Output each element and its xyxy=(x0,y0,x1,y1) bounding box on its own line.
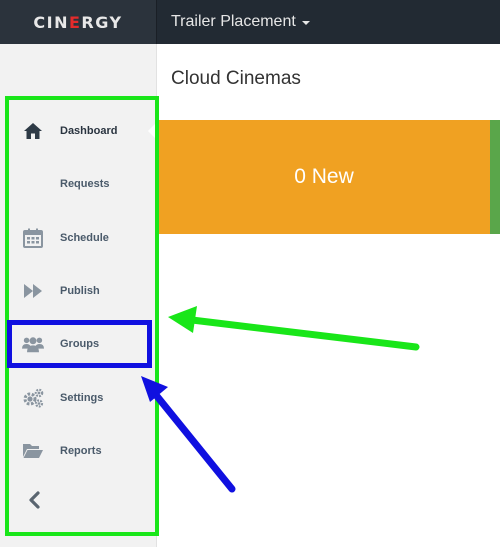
fast-forward-icon xyxy=(22,280,44,302)
sidebar-item-dashboard[interactable]: Dashboard xyxy=(0,111,157,151)
top-bar: CINERGY Trailer Placement xyxy=(0,0,500,44)
sidebar-item-label: Publish xyxy=(60,285,100,297)
active-indicator xyxy=(148,122,157,140)
trailer-placement-dropdown[interactable]: Trailer Placement xyxy=(171,0,310,44)
dropdown-label: Trailer Placement xyxy=(171,13,296,30)
sidebar-item-publish[interactable]: Publish xyxy=(0,271,156,311)
sidebar-item-settings[interactable]: Settings xyxy=(0,378,156,418)
green-arrow xyxy=(168,306,420,351)
users-icon xyxy=(22,333,44,355)
logo[interactable]: CINERGY xyxy=(0,0,157,44)
sidebar-item-requests[interactable]: Requests xyxy=(0,164,156,204)
sidebar-item-label: Reports xyxy=(60,445,102,457)
sidebar-item-label: Settings xyxy=(60,392,104,404)
sidebar-item-label: Requests xyxy=(60,178,110,190)
secondary-tile[interactable] xyxy=(490,120,500,234)
gears-icon xyxy=(22,387,44,409)
page-title: Cloud Cinemas xyxy=(171,68,301,89)
new-requests-tile[interactable]: 0 New xyxy=(158,120,490,234)
logo-text: CINERGY xyxy=(33,12,123,32)
sidebar: Dashboard Requests Schedule Publish Grou… xyxy=(0,44,157,547)
sidebar-item-label: Schedule xyxy=(60,232,109,244)
sidebar-item-label: Dashboard xyxy=(60,125,118,137)
caret-down-icon xyxy=(301,21,310,25)
collapse-sidebar-button[interactable] xyxy=(22,490,46,514)
sidebar-item-reports[interactable]: Reports xyxy=(0,431,156,471)
calendar-icon xyxy=(22,227,44,249)
folder-open-icon xyxy=(22,440,44,462)
sidebar-item-groups[interactable]: Groups xyxy=(0,324,156,364)
tile-label: 0 New xyxy=(294,165,354,188)
sidebar-item-label: Groups xyxy=(60,338,100,350)
sidebar-item-schedule[interactable]: Schedule xyxy=(0,218,156,258)
chevron-left-icon xyxy=(27,490,41,514)
home-icon xyxy=(22,120,44,142)
